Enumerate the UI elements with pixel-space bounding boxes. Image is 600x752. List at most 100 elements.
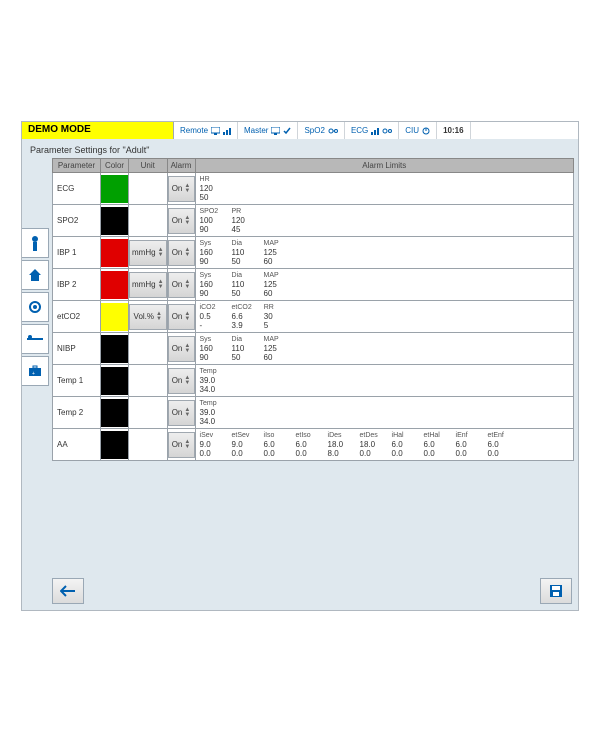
tools-button[interactable]: + (22, 356, 49, 386)
chevron-updown-icon: ▲▼ (184, 312, 190, 322)
color-swatch[interactable] (101, 301, 129, 333)
color-swatch[interactable] (101, 269, 129, 301)
alarm-cell[interactable]: On▲▼ (167, 429, 195, 461)
alarm-select[interactable]: On▲▼ (168, 240, 195, 266)
limit-header: iCO2 (200, 303, 220, 312)
limit-column: Sys16090 (200, 335, 220, 362)
limit-header: etDes (360, 431, 380, 440)
alarm-cell[interactable]: On▲▼ (167, 365, 195, 397)
alarm-limits-cell[interactable]: Sys16090Dia11050MAP12560 (195, 269, 573, 301)
limit-low: 34.0 (200, 417, 220, 426)
alarm-select[interactable]: On▲▼ (168, 304, 195, 330)
limit-header: MAP (264, 239, 284, 248)
patient-button[interactable] (22, 228, 49, 258)
alarm-select[interactable]: On▲▼ (168, 432, 195, 458)
alarm-cell[interactable]: On▲▼ (167, 173, 195, 205)
home-button[interactable] (22, 260, 49, 290)
color-swatch[interactable] (101, 333, 129, 365)
limit-low: 60 (264, 289, 284, 298)
limit-column: PR12045 (232, 207, 252, 234)
limit-header: Dia (232, 335, 252, 344)
limit-header: Sys (200, 239, 220, 248)
limit-low: 34.0 (200, 385, 220, 394)
save-button[interactable] (540, 578, 572, 604)
limit-header: Temp (200, 367, 220, 376)
alarm-select[interactable]: On▲▼ (168, 368, 195, 394)
alarm-limits-cell[interactable]: HR12050 (195, 173, 573, 205)
limit-high: 6.0 (264, 440, 284, 449)
alarm-select[interactable]: On▲▼ (168, 336, 195, 362)
alarm-limits-cell[interactable]: Sys16090Dia11050MAP12560 (195, 333, 573, 365)
color-swatch[interactable] (101, 173, 129, 205)
limit-header: SPO2 (200, 207, 220, 216)
color-swatch[interactable] (101, 429, 129, 461)
alarm-cell[interactable]: On▲▼ (167, 269, 195, 301)
limit-header: Dia (232, 271, 252, 280)
status-remote[interactable]: Remote (174, 122, 238, 139)
alarm-cell[interactable]: On▲▼ (167, 397, 195, 429)
color-swatch[interactable] (101, 397, 129, 429)
param-name: AA (53, 429, 101, 461)
unit-cell[interactable]: mmHg▲▼ (129, 237, 168, 269)
chevron-updown-icon: ▲▼ (158, 248, 164, 258)
limit-header: MAP (264, 335, 284, 344)
alarm-limits-cell[interactable]: Sys16090Dia11050MAP12560 (195, 237, 573, 269)
status-master[interactable]: Master (238, 122, 298, 139)
param-name: Temp 2 (53, 397, 101, 429)
unit-select[interactable]: Vol.%▲▼ (129, 304, 167, 330)
status-ecg[interactable]: ECG (345, 122, 399, 139)
limit-column: iEnf6.00.0 (456, 431, 476, 458)
color-swatch[interactable] (101, 205, 129, 237)
param-name: ECG (53, 173, 101, 205)
unit-cell (129, 429, 168, 461)
chevron-updown-icon: ▲▼ (184, 216, 190, 226)
limit-high: 0.5 (200, 312, 220, 321)
chevron-updown-icon: ▲▼ (184, 440, 190, 450)
color-swatch[interactable] (101, 237, 129, 269)
alarm-cell[interactable]: On▲▼ (167, 301, 195, 333)
limit-high: 125 (264, 344, 284, 353)
alarm-limits-cell[interactable]: SPO210090PR12045 (195, 205, 573, 237)
limit-low: 90 (200, 353, 220, 362)
trend-button[interactable] (22, 324, 49, 354)
limit-high: 39.0 (200, 376, 220, 385)
table-row: IBP 1mmHg▲▼On▲▼Sys16090Dia11050MAP12560 (53, 237, 574, 269)
limit-low: 8.0 (328, 449, 348, 458)
settings-button[interactable] (22, 292, 49, 322)
table-row: SPO2 On▲▼SPO210090PR12045 (53, 205, 574, 237)
unit-cell[interactable]: mmHg▲▼ (129, 269, 168, 301)
alarm-limits-cell[interactable]: Temp39.034.0 (195, 397, 573, 429)
chevron-updown-icon: ▲▼ (158, 280, 164, 290)
table-header-row: Parameter Color Unit Alarm Alarm Limits (53, 159, 574, 173)
alarm-select[interactable]: On▲▼ (168, 176, 195, 202)
unit-select[interactable]: mmHg▲▼ (129, 240, 167, 266)
alarm-select[interactable]: On▲▼ (168, 208, 195, 234)
limit-low: 50 (232, 353, 252, 362)
footer (52, 578, 572, 604)
alarm-limits-cell[interactable]: Temp39.034.0 (195, 365, 573, 397)
limit-header: etSev (232, 431, 252, 440)
status-spo2[interactable]: SpO2 (298, 122, 344, 139)
limit-high: 160 (200, 344, 220, 353)
alarm-select[interactable]: On▲▼ (168, 272, 195, 298)
back-button[interactable] (52, 578, 84, 604)
limit-low: 50 (232, 289, 252, 298)
unit-select[interactable]: mmHg▲▼ (129, 272, 167, 298)
alarm-cell[interactable]: On▲▼ (167, 333, 195, 365)
limit-high: 160 (200, 280, 220, 289)
alarm-limits-cell[interactable]: iCO20.5-etCO26.63.9RR305 (195, 301, 573, 333)
unit-value: mmHg (132, 248, 156, 257)
check-icon (283, 127, 291, 135)
limit-column: HR12050 (200, 175, 220, 202)
alarm-cell[interactable]: On▲▼ (167, 237, 195, 269)
alarm-cell[interactable]: On▲▼ (167, 205, 195, 237)
status-ciu[interactable]: CIU (399, 122, 437, 139)
alarm-limits-cell[interactable]: iSev9.00.0etSev9.00.0iIso6.00.0etIso6.00… (195, 429, 573, 461)
unit-cell[interactable]: Vol.%▲▼ (129, 301, 168, 333)
color-swatch[interactable] (101, 365, 129, 397)
limit-low: 0.0 (456, 449, 476, 458)
limit-low: - (200, 321, 220, 330)
param-name: Temp 1 (53, 365, 101, 397)
limit-column: etIso6.00.0 (296, 431, 316, 458)
alarm-select[interactable]: On▲▼ (168, 400, 195, 426)
